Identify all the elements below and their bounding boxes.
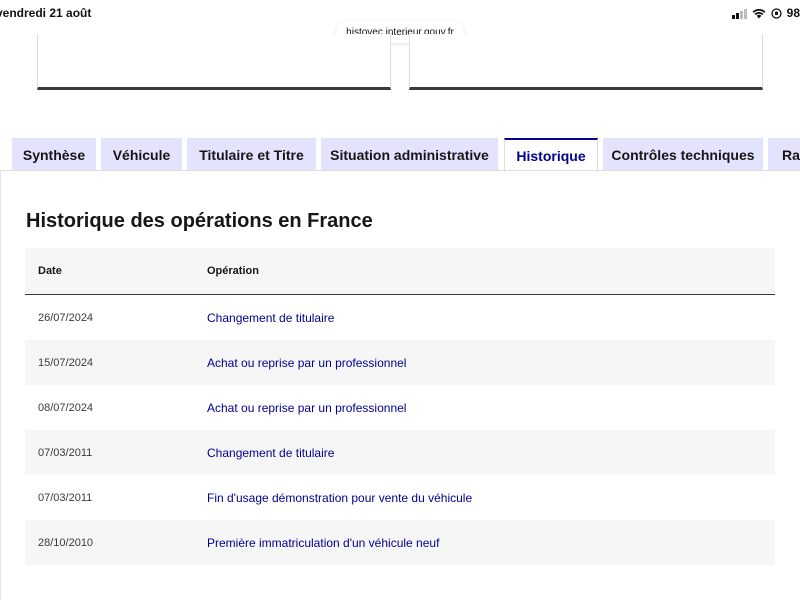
table-row: 08/07/2024 Achat ou reprise par un profe…: [25, 385, 775, 430]
tab-panel-edge: [0, 171, 1, 600]
tab-controles-techniques[interactable]: Contrôles techniques: [603, 138, 763, 171]
row-operation-link[interactable]: Changement de titulaire: [207, 446, 334, 460]
battery-level: 98: [786, 6, 800, 20]
section-title: Historique des opérations en France: [26, 210, 373, 232]
tab-titulaire-et-titre[interactable]: Titulaire et Titre: [187, 138, 316, 171]
summary-card-left: [37, 34, 391, 90]
row-operation-link[interactable]: Achat ou reprise par un professionnel: [207, 401, 406, 415]
status-date: vendredi 21 août: [0, 6, 92, 20]
table-row: 15/07/2024 Achat ou reprise par un profe…: [25, 340, 775, 385]
column-header-operation: Opération: [207, 265, 259, 277]
table-body: 26/07/2024 Changement de titulaire 15/07…: [25, 295, 775, 565]
table-row: 28/10/2010 Première immatriculation d'un…: [25, 520, 775, 565]
row-date: 07/03/2011: [38, 446, 93, 459]
table-row: 07/03/2011 Fin d'usage démonstration pou…: [25, 475, 775, 520]
table-row: 07/03/2011 Changement de titulaire: [25, 430, 775, 475]
row-date: 15/07/2024: [38, 356, 94, 369]
cellular-signal-icon: [731, 8, 747, 19]
orientation-lock-icon: [770, 7, 782, 19]
tab-situation-administrative[interactable]: Situation administrative: [321, 138, 498, 171]
row-date: 28/10/2010: [38, 536, 94, 549]
column-header-date: Date: [38, 265, 62, 277]
tab-historique[interactable]: Historique: [504, 138, 598, 172]
status-indicators: 98: [731, 6, 800, 20]
tab-rapport[interactable]: Rap: [768, 138, 800, 171]
row-operation-link[interactable]: Changement de titulaire: [207, 311, 334, 325]
table-header: Date Opération: [25, 248, 775, 295]
row-date: 07/03/2011: [38, 491, 93, 504]
tab-vehicule[interactable]: Véhicule: [101, 138, 182, 171]
page: vendredi 21 août 98 histovec.interieur.g…: [0, 0, 800, 600]
history-table: Date Opération 26/07/2024 Changement de …: [25, 248, 775, 565]
table-row: 26/07/2024 Changement de titulaire: [25, 295, 775, 340]
tab-synthese[interactable]: Synthèse: [12, 138, 96, 171]
row-operation-link[interactable]: Première immatriculation d'un véhicule n…: [207, 536, 439, 550]
row-date: 08/07/2024: [38, 401, 94, 414]
summary-card-right: [409, 34, 763, 90]
wifi-icon: [752, 8, 766, 19]
row-operation-link[interactable]: Fin d'usage démonstration pour vente du …: [207, 491, 472, 505]
tab-list: Synthèse Véhicule Titulaire et Titre Sit…: [0, 138, 800, 172]
tab-panel-border: [0, 170, 800, 171]
row-operation-link[interactable]: Achat ou reprise par un professionnel: [207, 356, 406, 370]
row-date: 26/07/2024: [38, 311, 94, 324]
